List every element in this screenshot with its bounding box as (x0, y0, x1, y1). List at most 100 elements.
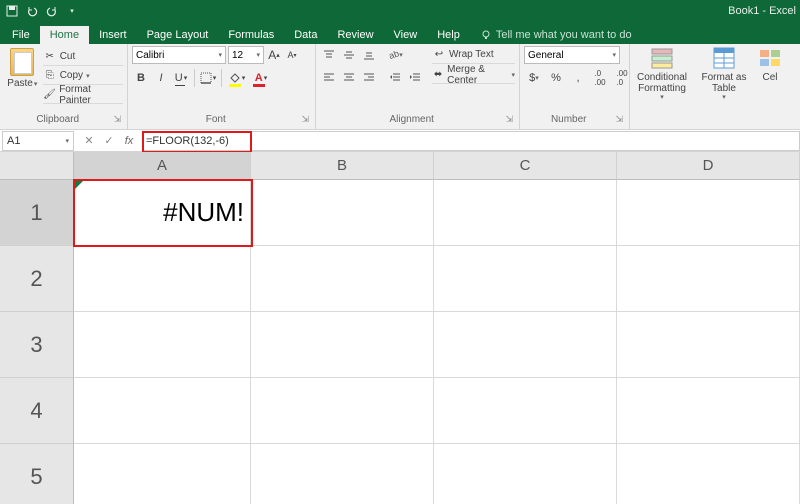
merge-center-button[interactable]: ⬌Merge & Center▾ (432, 66, 515, 84)
cells-area: #NUM! (74, 180, 800, 504)
enter-formula-icon[interactable]: ✓ (102, 134, 116, 147)
tell-me-search[interactable]: Tell me what you want to do (470, 26, 642, 44)
underline-button[interactable]: U▾ (172, 68, 190, 88)
increase-font-button[interactable]: A▴ (266, 46, 282, 64)
cell-d5[interactable] (617, 444, 800, 504)
cell-b1[interactable] (251, 180, 434, 245)
cell-c3[interactable] (434, 312, 617, 377)
cell-a1[interactable]: #NUM! (74, 180, 251, 245)
number-format-select[interactable]: General▾ (524, 46, 620, 64)
decrease-decimal-button[interactable]: .00.0 (612, 68, 632, 88)
decrease-font-button[interactable]: A▾ (284, 46, 300, 64)
cell-c4[interactable] (434, 378, 617, 443)
wrap-text-label: Wrap Text (449, 49, 494, 60)
select-all-corner[interactable] (0, 152, 74, 180)
undo-icon[interactable] (24, 3, 40, 19)
wrap-text-button[interactable]: ↩Wrap Text (432, 46, 515, 64)
row-header-4[interactable]: 4 (0, 378, 74, 444)
row-header-5[interactable]: 5 (0, 444, 74, 504)
row-header-1[interactable]: 1 (0, 180, 74, 246)
align-middle-button[interactable] (340, 46, 358, 64)
group-clipboard: Paste▾ ✂Cut ⎘Copy▾ 🖌Format Painter Clipb… (0, 44, 128, 129)
clipboard-group-label: Clipboard (36, 114, 79, 125)
currency-button[interactable]: $▾ (524, 68, 544, 88)
paste-button[interactable]: Paste▾ (4, 46, 41, 89)
percent-button[interactable]: % (546, 68, 566, 88)
group-number: General▾ $▾ % , .0.00 .00.0 Number⇲ (520, 44, 630, 129)
col-header-a[interactable]: A (74, 152, 251, 180)
cell-d4[interactable] (617, 378, 800, 443)
qat-customize-icon[interactable]: ▾ (64, 3, 80, 19)
cell-styles-button[interactable]: Cel (758, 46, 782, 83)
conditional-formatting-button[interactable]: Conditional Formatting▾ (634, 46, 690, 102)
increase-decimal-button[interactable]: .0.00 (590, 68, 610, 88)
save-icon[interactable] (4, 3, 20, 19)
tab-help[interactable]: Help (427, 26, 470, 44)
row-header-2[interactable]: 2 (0, 246, 74, 312)
alignment-launcher-icon[interactable]: ⇲ (503, 114, 515, 125)
cell-c1[interactable] (434, 180, 617, 245)
font-size-value: 12 (232, 50, 243, 61)
tab-data[interactable]: Data (284, 26, 327, 44)
col-header-c[interactable]: C (434, 152, 617, 180)
cell-c2[interactable] (434, 246, 617, 311)
tab-formulas[interactable]: Formulas (218, 26, 284, 44)
cancel-formula-icon[interactable]: ✕ (82, 134, 96, 147)
tab-view[interactable]: View (384, 26, 428, 44)
tab-file[interactable]: File (2, 26, 40, 44)
align-center-button[interactable] (340, 68, 358, 86)
cell-b3[interactable] (251, 312, 434, 377)
tab-review[interactable]: Review (327, 26, 383, 44)
font-name-select[interactable]: Calibri▾ (132, 46, 226, 64)
format-painter-label: Format Painter (59, 84, 123, 106)
row-header-3[interactable]: 3 (0, 312, 74, 378)
cell-a2[interactable] (74, 246, 251, 311)
cell-b5[interactable] (251, 444, 434, 504)
cell-d2[interactable] (617, 246, 800, 311)
cell-a1-value: #NUM! (163, 197, 244, 228)
formula-input[interactable]: =FLOOR(132,-6) (142, 131, 800, 151)
copy-label: Copy (60, 70, 83, 81)
number-launcher-icon[interactable]: ⇲ (613, 114, 625, 125)
fx-icon[interactable]: fx (122, 135, 136, 147)
format-as-table-button[interactable]: Format as Table▾ (696, 46, 752, 102)
align-left-button[interactable] (320, 68, 338, 86)
clipboard-launcher-icon[interactable]: ⇲ (111, 114, 123, 125)
redo-icon[interactable] (44, 3, 60, 19)
cell-d3[interactable] (617, 312, 800, 377)
cut-button[interactable]: ✂Cut (43, 48, 123, 66)
name-box[interactable]: A1▾ (2, 131, 74, 151)
decrease-indent-button[interactable] (386, 68, 404, 86)
copy-button[interactable]: ⎘Copy▾ (43, 67, 123, 85)
cell-a4[interactable] (74, 378, 251, 443)
font-color-button[interactable]: A▾ (250, 68, 272, 88)
bucket-icon (229, 73, 241, 83)
fill-color-button[interactable]: ▾ (226, 68, 248, 88)
italic-button[interactable]: I (152, 68, 170, 88)
align-right-button[interactable] (360, 68, 378, 86)
borders-button[interactable]: ▾ (199, 68, 217, 88)
col-header-b[interactable]: B (251, 152, 434, 180)
cell-b2[interactable] (251, 246, 434, 311)
bold-button[interactable]: B (132, 68, 150, 88)
tab-insert[interactable]: Insert (89, 26, 137, 44)
cell-c5[interactable] (434, 444, 617, 504)
orientation-button[interactable]: ab▾ (386, 46, 404, 64)
cell-a5[interactable] (74, 444, 251, 504)
font-size-select[interactable]: 12▾ (228, 46, 264, 64)
tab-page-layout[interactable]: Page Layout (137, 26, 219, 44)
cut-label: Cut (60, 51, 76, 62)
align-top-button[interactable] (320, 46, 338, 64)
cell-a3[interactable] (74, 312, 251, 377)
font-launcher-icon[interactable]: ⇲ (299, 114, 311, 125)
cell-b4[interactable] (251, 378, 434, 443)
tab-home[interactable]: Home (40, 26, 89, 44)
cell-d1[interactable] (617, 180, 800, 245)
col-header-d[interactable]: D (617, 152, 800, 180)
comma-button[interactable]: , (568, 68, 588, 88)
format-painter-button[interactable]: 🖌Format Painter (43, 86, 123, 104)
align-bottom-button[interactable] (360, 46, 378, 64)
wrap-icon: ↩ (432, 48, 446, 62)
group-font: Calibri▾ 12▾ A▴ A▾ B I U▾ ▾ ▾ A▾ Font⇲ (128, 44, 316, 129)
increase-indent-button[interactable] (406, 68, 424, 86)
